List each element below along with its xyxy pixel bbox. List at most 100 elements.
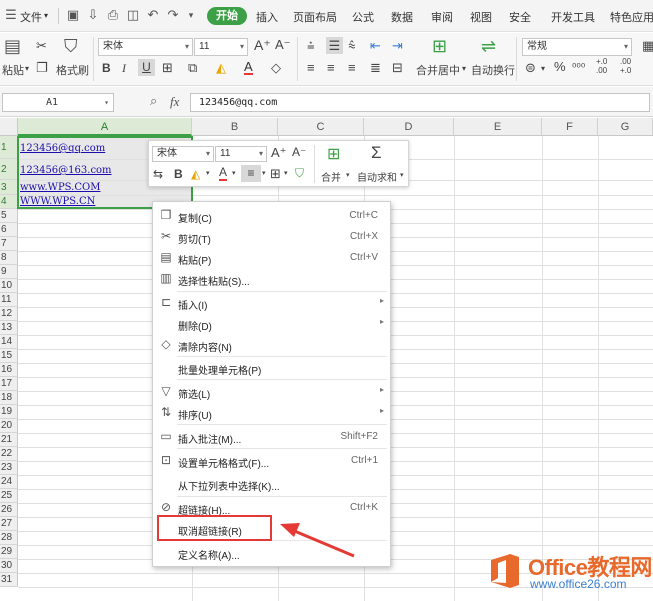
chevron-down-icon[interactable]: ▾ [541,64,545,73]
row-header[interactable]: 22 [0,447,18,461]
align-right-icon[interactable]: ≡ [348,61,356,75]
menu-item-pick-from-list[interactable]: 从下拉列表中选择(K)... [154,473,390,494]
row-header[interactable]: 6 [0,223,18,237]
increase-font-icon[interactable]: A⁺ [271,145,287,161]
number-format-select[interactable]: 常规 ▾ [522,38,632,56]
menu-item-paste-special[interactable]: ▥ 选择性粘贴(S)... [154,268,390,289]
tab-developer[interactable]: 开发工具 [551,9,595,25]
indent-decrease-icon[interactable]: ⇤ [370,39,381,53]
row-header[interactable]: 4 [0,195,18,209]
name-box[interactable]: A1 ▾ [2,93,114,112]
paste-icon[interactable]: ▤ [4,37,21,55]
align-left-icon[interactable]: ≡ [307,61,315,75]
currency-icon[interactable]: ⊜ [525,61,536,75]
mini-merge-button[interactable]: 合并 [321,169,341,184]
chevron-down-icon[interactable]: ▾ [462,64,466,73]
border-icon[interactable]: ⊞ [162,61,173,75]
decrease-decimal-button[interactable]: .00 +.0 [620,57,631,75]
row-header[interactable]: 2 [0,159,18,180]
tab-special-apps[interactable]: 特色应用 [610,9,653,25]
row-header[interactable]: 11 [0,293,18,307]
row-header[interactable]: 8 [0,251,18,265]
decrease-font-icon[interactable]: A⁻ [292,145,306,159]
row-header[interactable]: 15 [0,349,18,363]
row-header[interactable]: 27 [0,517,18,531]
align-center-icon[interactable]: ≡ [327,61,335,75]
menu-item-batch-cells[interactable]: 批量处理单元格(P) [154,357,390,378]
chevron-down-icon[interactable]: ▾ [25,64,29,73]
row-header[interactable]: 21 [0,433,18,447]
chevron-down-icon[interactable]: ▾ [262,169,266,177]
row-header[interactable]: 28 [0,531,18,545]
row-header[interactable]: 17 [0,377,18,391]
mini-autosum-button[interactable]: 自动求和 [357,169,397,184]
tab-security[interactable]: 安全 [509,9,531,25]
align-bottom-icon[interactable]: ⩯ [348,39,356,53]
row-header[interactable]: 13 [0,321,18,335]
merge-icon[interactable]: ⊞ [327,144,340,164]
row-header[interactable]: 26 [0,503,18,517]
tab-home[interactable]: 开始 [207,7,247,25]
menu-item-format-cells[interactable]: ⊡ 设置单元格格式(F)... Ctrl+1 [154,450,390,471]
table-style-icon[interactable]: ▦ [642,39,653,53]
row-header[interactable]: 3 [0,180,18,195]
tab-page-layout[interactable]: 页面布局 [293,9,337,25]
print-icon[interactable]: ⎙ [106,8,120,22]
menu-file[interactable]: 文件 [20,9,42,25]
tab-view[interactable]: 视图 [470,9,492,25]
fx-button[interactable]: fx [170,94,179,110]
chevron-down-icon[interactable]: ▾ [400,171,404,179]
row-header[interactable]: 25 [0,489,18,503]
tab-review[interactable]: 审阅 [431,9,453,25]
row-header[interactable]: 29 [0,545,18,559]
merge-center-button[interactable]: 合并居中 [416,62,460,78]
column-header-e[interactable]: E [454,118,542,136]
wrap-text-button[interactable]: 自动换行 [471,62,515,78]
menu-item-cut[interactable]: ✂ 剪切(T) Ctrl+X [154,226,390,247]
row-header[interactable]: 7 [0,237,18,251]
column-header-d[interactable]: D [364,118,454,136]
redo-icon[interactable]: ↷ [166,8,180,22]
align-top-icon[interactable]: ⩮ [307,39,315,53]
chevron-down-icon[interactable]: ▾ [44,11,48,20]
zoom-icon[interactable]: ⌕ [150,93,157,109]
chevron-down-icon[interactable]: ▾ [184,8,198,22]
eraser-icon[interactable]: ◇ [271,61,281,75]
row-header[interactable]: 12 [0,307,18,321]
hamburger-icon[interactable]: ☰ [4,8,18,22]
row-header[interactable]: 24 [0,475,18,489]
scissors-icon[interactable]: ✂ [36,39,47,53]
wrap-text-icon[interactable]: ⇌ [481,37,496,55]
row-header[interactable]: 14 [0,335,18,349]
percent-button[interactable]: % [554,59,566,74]
column-header-a[interactable]: A [18,118,192,136]
row-header[interactable]: 1 [0,136,18,159]
column-header-b[interactable]: B [192,118,278,136]
copy-icon[interactable]: ❐ [36,61,48,75]
align-middle-icon[interactable]: ☰ [326,37,343,54]
highlight-icon[interactable]: ◭ [216,61,226,75]
row-header[interactable]: 10 [0,279,18,293]
mini-font-name-select[interactable]: 宋体 ▾ [152,146,214,162]
paste-button[interactable]: 粘贴 [2,62,24,78]
column-header-c[interactable]: C [278,118,364,136]
tab-formulas[interactable]: 公式 [352,9,374,25]
indent-increase-icon[interactable]: ⇥ [392,39,403,53]
row-header[interactable]: 16 [0,363,18,377]
mini-font-size-select[interactable]: 11 ▾ [215,146,267,162]
format-painter-icon[interactable]: ⛉ [295,166,304,181]
formula-input[interactable]: 123456@qq.com [190,93,650,112]
wrap-icon[interactable]: ⇆ [153,167,163,181]
merge-center-icon[interactable]: ⊞ [432,37,447,55]
tab-insert[interactable]: 插入 [256,9,278,25]
sigma-icon[interactable]: Σ [371,143,382,163]
justify-icon[interactable]: ≣ [370,61,381,75]
chevron-down-icon[interactable]: ▾ [232,169,236,177]
thousands-icon[interactable]: ⁰⁰⁰ [572,61,585,74]
bold-icon[interactable]: B [102,61,111,75]
decrease-font-icon[interactable]: A⁻ [275,37,291,53]
menu-item-sort[interactable]: ⇅ 排序(U) ▸ [154,402,390,423]
row-header[interactable]: 31 [0,573,18,587]
row-header[interactable]: 23 [0,461,18,475]
menu-item-insert[interactable]: ⊏ 插入(I) ▸ [154,292,390,313]
